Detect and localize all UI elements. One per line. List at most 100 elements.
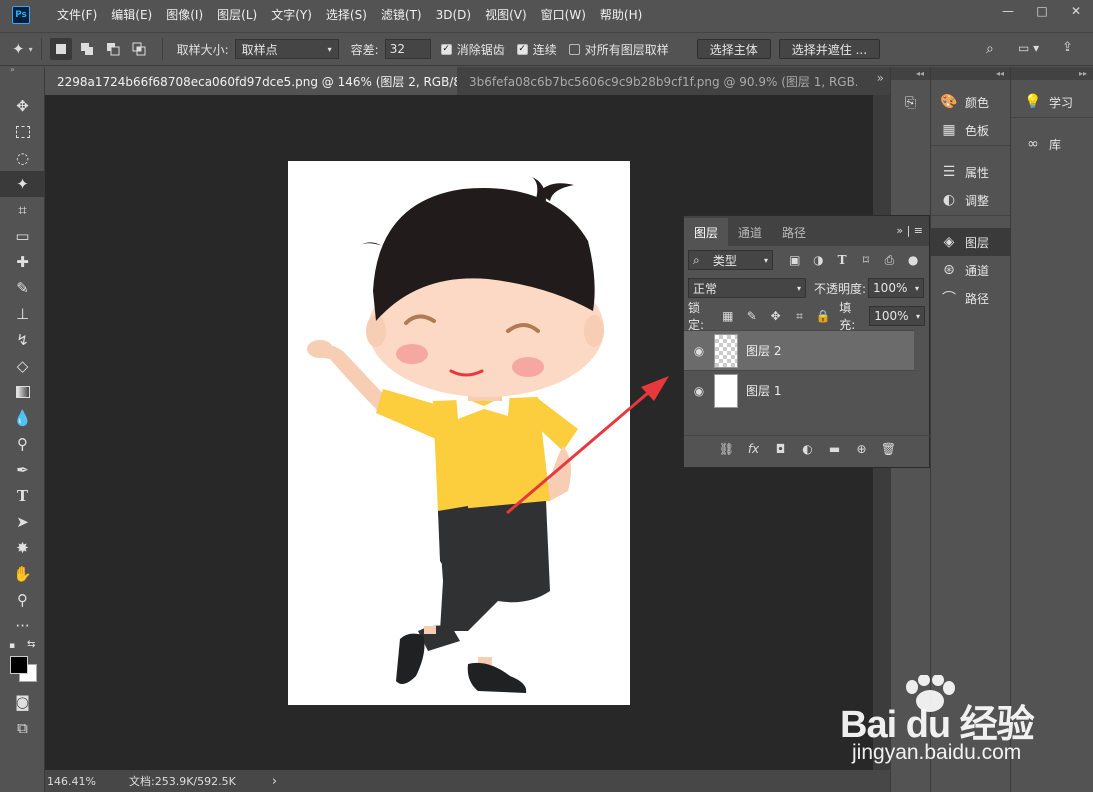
menu-3d[interactable]: 3D(D): [429, 0, 478, 30]
clone-stamp-tool-icon[interactable]: ⊥: [0, 301, 45, 327]
tab-overflow-icon[interactable]: »: [877, 71, 884, 85]
tab-channels[interactable]: 通道: [728, 218, 772, 246]
panel-learn[interactable]: 💡 学习: [1011, 88, 1093, 116]
hand-tool-icon[interactable]: ✋: [0, 561, 45, 587]
pen-tool-icon[interactable]: ✒: [0, 457, 45, 483]
menu-window[interactable]: 窗口(W): [534, 0, 593, 30]
history-icon[interactable]: ⎘: [891, 88, 930, 118]
filter-smart-object-icon[interactable]: ⎙: [878, 250, 902, 270]
add-mask-icon[interactable]: ◘: [767, 442, 794, 456]
menu-layer[interactable]: 图层(L): [210, 0, 264, 30]
ruler-tool-icon[interactable]: ▭: [0, 223, 45, 249]
panel-color[interactable]: 🎨 颜色: [931, 88, 1010, 116]
menu-image[interactable]: 图像(I): [159, 0, 210, 30]
collapse-dock-icon[interactable]: ◂◂: [891, 67, 930, 80]
menu-filter[interactable]: 滤镜(T): [374, 0, 429, 30]
sample-all-layers-checkbox[interactable]: 对所有图层取样: [568, 41, 669, 58]
eraser-tool-icon[interactable]: ◇: [0, 353, 45, 379]
blend-mode-select[interactable]: 正常 ▾: [688, 278, 806, 298]
new-group-icon[interactable]: ▬: [821, 442, 848, 456]
filter-adjustment-icon[interactable]: ◑: [807, 250, 831, 270]
menu-type[interactable]: 文字(Y): [264, 0, 319, 30]
new-layer-icon[interactable]: ⊕: [848, 442, 875, 456]
search-icon[interactable]: ⌕: [986, 41, 994, 57]
layer-name[interactable]: 图层 1: [746, 382, 781, 399]
menu-view[interactable]: 视图(V): [478, 0, 534, 30]
healing-brush-tool-icon[interactable]: ✚: [0, 249, 45, 275]
crop-tool-icon[interactable]: ⌗: [0, 197, 45, 223]
intersect-selection-button[interactable]: [128, 38, 150, 60]
panel-paths[interactable]: ⌒ 路径: [931, 284, 1010, 312]
panel-layers[interactable]: ◈ 图层: [931, 228, 1010, 256]
filter-toggle-icon[interactable]: ●: [901, 250, 925, 270]
brush-tool-icon[interactable]: ✎: [0, 275, 45, 301]
filter-pixel-icon[interactable]: ▣: [783, 250, 807, 270]
dodge-tool-icon[interactable]: ⚲: [0, 431, 45, 457]
panel-swatches[interactable]: ▦ 色板: [931, 116, 1010, 144]
gradient-tool-icon[interactable]: [0, 379, 45, 405]
zoom-tool-icon[interactable]: ⚲: [0, 587, 45, 613]
panel-menu-icon[interactable]: » | ≡: [896, 224, 923, 237]
workspace-icon[interactable]: ▭ ▾: [1018, 41, 1039, 55]
select-and-mask-button[interactable]: 选择并遮住 ...: [778, 39, 881, 59]
zoom-level[interactable]: 146.41%: [47, 775, 127, 788]
layer-row[interactable]: ◉ 图层 2: [684, 330, 914, 370]
antialias-checkbox[interactable]: ✓ 消除锯齿: [440, 41, 505, 58]
menu-edit[interactable]: 编辑(E): [104, 0, 159, 30]
filter-kind-select[interactable]: ⌕ 类型 ▾: [688, 250, 774, 270]
trash-icon[interactable]: 🗑: [875, 442, 902, 456]
minimize-button[interactable]: —: [991, 0, 1025, 22]
restore-button[interactable]: □: [1025, 0, 1059, 22]
panel-adjustments[interactable]: ◐ 调整: [931, 186, 1010, 214]
magic-wand-tool-preset-icon[interactable]: ✦: [12, 40, 25, 58]
eye-icon[interactable]: ◉: [684, 344, 714, 358]
filter-shape-icon[interactable]: ⌑: [854, 250, 878, 270]
lock-position-icon[interactable]: ✥: [764, 306, 788, 326]
subtract-from-selection-button[interactable]: [102, 38, 124, 60]
adjustment-layer-icon[interactable]: ◐: [794, 442, 821, 456]
move-tool-icon[interactable]: ✥: [0, 93, 45, 119]
status-menu-icon[interactable]: ›: [272, 774, 277, 789]
close-button[interactable]: ✕: [1059, 0, 1093, 22]
layer-row[interactable]: ◉ 图层 1: [684, 370, 914, 410]
quick-mask-icon[interactable]: ◙: [0, 689, 45, 715]
collapse-dock-icon[interactable]: ◂◂: [931, 67, 1010, 80]
share-icon[interactable]: ⇪: [1062, 40, 1073, 55]
link-layers-icon[interactable]: ⛓: [713, 442, 740, 456]
filter-type-icon[interactable]: T: [830, 250, 854, 270]
blur-tool-icon[interactable]: 💧: [0, 405, 45, 431]
chevron-down-icon[interactable]: ▾: [29, 45, 33, 54]
panel-libraries[interactable]: ∞ 库: [1011, 130, 1093, 158]
more-tools-icon[interactable]: ···: [0, 613, 45, 639]
sample-size-select[interactable]: 取样点 ▾: [234, 39, 339, 59]
custom-shape-tool-icon[interactable]: ✸: [0, 535, 45, 561]
fill-input[interactable]: 100% ▾: [869, 306, 925, 326]
lock-transparent-icon[interactable]: ▦: [716, 306, 740, 326]
panel-properties[interactable]: ☰ 属性: [931, 158, 1010, 186]
foreground-color-swatch[interactable]: [10, 656, 28, 674]
marquee-tool-icon[interactable]: [0, 119, 45, 145]
opacity-input[interactable]: 100% ▾: [868, 278, 925, 298]
tolerance-input[interactable]: 32: [384, 39, 431, 59]
menu-help[interactable]: 帮助(H): [593, 0, 649, 30]
path-selection-tool-icon[interactable]: ➤: [0, 509, 45, 535]
lock-all-icon[interactable]: 🔒: [811, 306, 835, 326]
new-selection-button[interactable]: [49, 38, 72, 60]
eye-icon[interactable]: ◉: [684, 384, 714, 398]
select-subject-button[interactable]: 选择主体: [696, 39, 771, 59]
lasso-tool-icon[interactable]: ◌: [0, 145, 45, 171]
add-to-selection-button[interactable]: [76, 38, 98, 60]
magic-wand-tool-icon[interactable]: ✦: [0, 171, 45, 197]
menu-select[interactable]: 选择(S): [319, 0, 374, 30]
document-tab-inactive[interactable]: 3b6fefa08c6b7bc5606c9c9b28b9cf1f.png @ 9…: [457, 67, 857, 95]
type-tool-icon[interactable]: T: [0, 483, 45, 509]
contiguous-checkbox[interactable]: ✓ 连续: [516, 41, 557, 58]
document-canvas[interactable]: [288, 161, 630, 705]
history-brush-tool-icon[interactable]: ↯: [0, 327, 45, 353]
panel-channels[interactable]: ⊛ 通道: [931, 256, 1010, 284]
menu-file[interactable]: 文件(F): [50, 0, 104, 30]
swap-colors-icon[interactable]: ⇆: [27, 639, 35, 650]
tab-paths[interactable]: 路径: [772, 218, 816, 246]
layer-style-fx-icon[interactable]: fx: [740, 442, 767, 456]
default-colors-icon[interactable]: ▪: [9, 641, 15, 651]
